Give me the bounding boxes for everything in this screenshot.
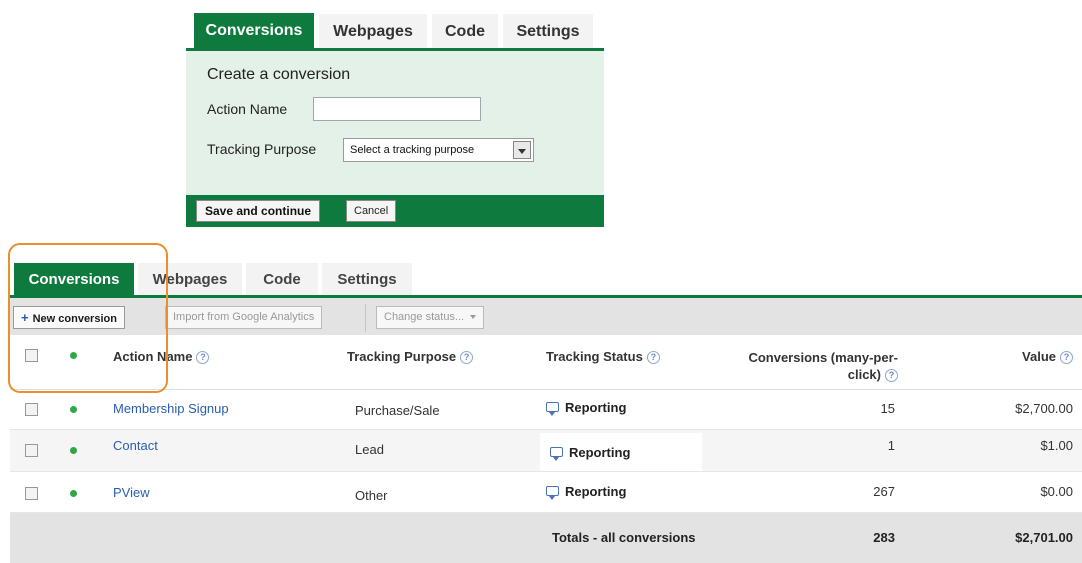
chevron-down-icon	[470, 315, 477, 320]
change-status-button[interactable]: Change status...	[376, 306, 485, 329]
tab-code[interactable]: Code	[246, 263, 318, 296]
action-name-input[interactable]	[313, 97, 481, 121]
change-status-label: Change status...	[384, 311, 465, 323]
col-conversions-label: Conversions (many-per-click)	[748, 350, 898, 382]
status-dot-icon	[70, 490, 77, 497]
value-cell: $0.00	[1040, 484, 1073, 499]
tracking-purpose-cell: Other	[355, 488, 388, 503]
action-name-link[interactable]: Contact	[113, 438, 158, 453]
speech-bubble-icon	[550, 447, 563, 461]
tracking-purpose-cell: Purchase/Sale	[355, 403, 440, 418]
help-icon[interactable]: ?	[885, 369, 898, 382]
table-header: Action Name? Tracking Purpose? Tracking …	[10, 335, 1082, 390]
tab-conversions[interactable]: Conversions	[194, 13, 314, 50]
tracking-status-label: Reporting	[565, 400, 627, 415]
tracking-purpose-selected: Select a tracking purpose	[350, 144, 475, 156]
conversions-cell: 267	[873, 484, 895, 499]
create-form: Create a conversion Action Name Tracking…	[186, 48, 604, 195]
row-checkbox[interactable]	[25, 487, 38, 500]
totals-value: $2,701.00	[1015, 530, 1073, 545]
form-footer: Save and continue Cancel	[186, 195, 604, 227]
save-and-continue-button[interactable]: Save and continue	[196, 200, 321, 222]
totals-row: Totals - all conversions 283 $2,701.00	[10, 513, 1082, 563]
tab-webpages[interactable]: Webpages	[319, 14, 427, 50]
totals-conversions: 283	[873, 530, 895, 545]
annotation-highlight	[8, 243, 168, 393]
cancel-button[interactable]: Cancel	[346, 200, 397, 222]
speech-bubble-icon	[546, 486, 559, 500]
row-checkbox[interactable]	[25, 403, 38, 416]
col-tracking-purpose-label: Tracking Purpose	[347, 349, 457, 364]
col-tracking-status[interactable]: Tracking Status?	[546, 349, 660, 364]
tab-settings[interactable]: Settings	[503, 14, 593, 50]
tracking-status-cell: Reporting	[546, 400, 627, 416]
col-tracking-status-label: Tracking Status	[546, 349, 643, 364]
tab-code[interactable]: Code	[432, 14, 498, 50]
col-value[interactable]: Value?	[960, 349, 1073, 364]
table-row: Membership Signup Purchase/Sale Reportin…	[10, 390, 1082, 430]
help-icon[interactable]: ?	[646, 351, 660, 364]
col-value-label: Value	[1022, 349, 1056, 364]
tracking-status-label: Reporting	[565, 484, 627, 499]
create-conversion-title: Create a conversion	[207, 66, 351, 83]
conversions-table: Action Name? Tracking Purpose? Tracking …	[10, 335, 1082, 563]
import-analytics-button[interactable]: Import from Google Analytics	[165, 306, 323, 329]
tracking-purpose-select[interactable]: Select a tracking purpose	[343, 138, 534, 162]
help-icon[interactable]: ?	[460, 351, 474, 364]
status-dot-icon	[70, 447, 77, 454]
tracking-purpose-label: Tracking Purpose	[207, 141, 317, 157]
toolbar-divider	[365, 304, 366, 332]
speech-bubble-icon	[546, 402, 559, 416]
tracking-purpose-cell: Lead	[355, 442, 384, 457]
tracking-status-label: Reporting	[569, 445, 631, 460]
col-tracking-purpose[interactable]: Tracking Purpose?	[347, 349, 474, 364]
action-name-link[interactable]: PView	[113, 485, 150, 500]
help-icon[interactable]: ?	[1060, 351, 1073, 364]
help-icon[interactable]: ?	[196, 351, 210, 364]
col-conversions[interactable]: Conversions (many-per-click)?	[718, 349, 898, 383]
top-tab-bar: Conversions Webpages Code Settings	[186, 10, 604, 50]
conversions-cell: 15	[880, 401, 895, 416]
value-cell: $1.00	[1040, 438, 1073, 453]
tracking-status-cell: Reporting	[546, 484, 627, 500]
conversions-toolbar: + New conversion Import from Google Analy…	[10, 295, 1082, 335]
tracking-status-cell: Reporting	[540, 433, 702, 471]
chevron-down-icon[interactable]	[513, 141, 531, 159]
tab-settings[interactable]: Settings	[322, 263, 412, 296]
row-checkbox[interactable]	[25, 444, 38, 457]
table-row: PView Other Reporting 267 $0.00	[10, 472, 1082, 513]
action-name-label: Action Name	[207, 101, 288, 117]
status-dot-icon	[70, 406, 77, 413]
action-name-link[interactable]: Membership Signup	[113, 401, 229, 416]
value-cell: $2,700.00	[1015, 401, 1073, 416]
create-conversion-panel: Conversions Webpages Code Settings Creat…	[186, 0, 604, 227]
totals-label: Totals - all conversions	[552, 530, 696, 545]
table-row: Contact Lead Reporting 1 $1.00	[10, 430, 1082, 472]
conversions-cell: 1	[887, 438, 895, 453]
